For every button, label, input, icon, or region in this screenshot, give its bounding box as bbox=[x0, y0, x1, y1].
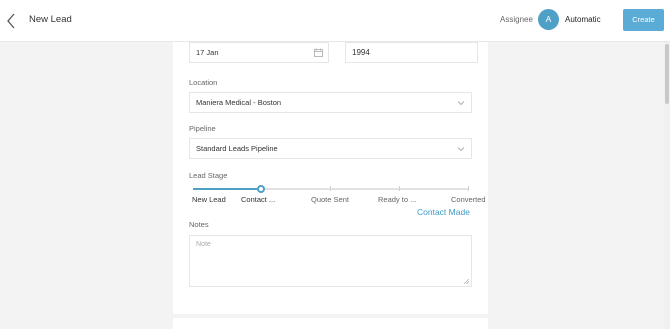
avatar[interactable]: A bbox=[538, 9, 559, 30]
date-value: 17 Jan bbox=[196, 48, 219, 57]
stage-tick bbox=[399, 186, 400, 191]
pipeline-value: Standard Leads Pipeline bbox=[196, 144, 278, 153]
scrollbar-thumb[interactable] bbox=[665, 44, 669, 104]
current-stage-label: Contact Made bbox=[417, 207, 470, 217]
location-value: Maniera Medical - Boston bbox=[196, 98, 282, 107]
next-card bbox=[173, 318, 488, 329]
location-label: Location bbox=[189, 78, 218, 87]
stage-contact[interactable]: Contact ... bbox=[241, 195, 275, 204]
notes-textarea[interactable]: Note bbox=[189, 235, 472, 287]
year-value: 1994 bbox=[352, 48, 370, 57]
stage-progress bbox=[193, 188, 262, 190]
chevron-down-icon bbox=[457, 101, 465, 106]
top-bar: New Lead Assignee A Automatic Create bbox=[0, 0, 670, 42]
chevron-left-icon[interactable] bbox=[5, 12, 17, 30]
stage-quote-sent[interactable]: Quote Sent bbox=[311, 195, 349, 204]
assignee-value[interactable]: Automatic bbox=[565, 15, 601, 24]
stage-new-lead[interactable]: New Lead bbox=[192, 195, 226, 204]
create-button[interactable]: Create bbox=[623, 9, 664, 31]
pipeline-select[interactable]: Standard Leads Pipeline bbox=[189, 138, 472, 159]
stage-ready[interactable]: Ready to ... bbox=[378, 195, 416, 204]
location-select[interactable]: Maniera Medical - Boston bbox=[189, 92, 472, 113]
stage-tick bbox=[468, 186, 469, 191]
calendar-icon[interactable] bbox=[314, 48, 323, 57]
notes-placeholder: Note bbox=[196, 241, 211, 248]
pipeline-label: Pipeline bbox=[189, 124, 216, 133]
stage-track[interactable] bbox=[193, 188, 469, 190]
date-field[interactable]: 17 Jan bbox=[189, 42, 329, 63]
stage-slider-handle[interactable] bbox=[257, 185, 265, 193]
year-field[interactable]: 1994 bbox=[345, 42, 478, 63]
page-title: New Lead bbox=[29, 14, 72, 25]
lead-stage-label: Lead Stage bbox=[189, 171, 228, 180]
scrollbar[interactable] bbox=[664, 42, 670, 329]
notes-label: Notes bbox=[189, 220, 209, 229]
stage-tick bbox=[330, 186, 331, 191]
resize-handle-icon[interactable] bbox=[464, 279, 469, 284]
assignee-label: Assignee bbox=[500, 15, 533, 24]
stage-converted[interactable]: Converted bbox=[451, 195, 486, 204]
chevron-down-icon bbox=[457, 147, 465, 152]
